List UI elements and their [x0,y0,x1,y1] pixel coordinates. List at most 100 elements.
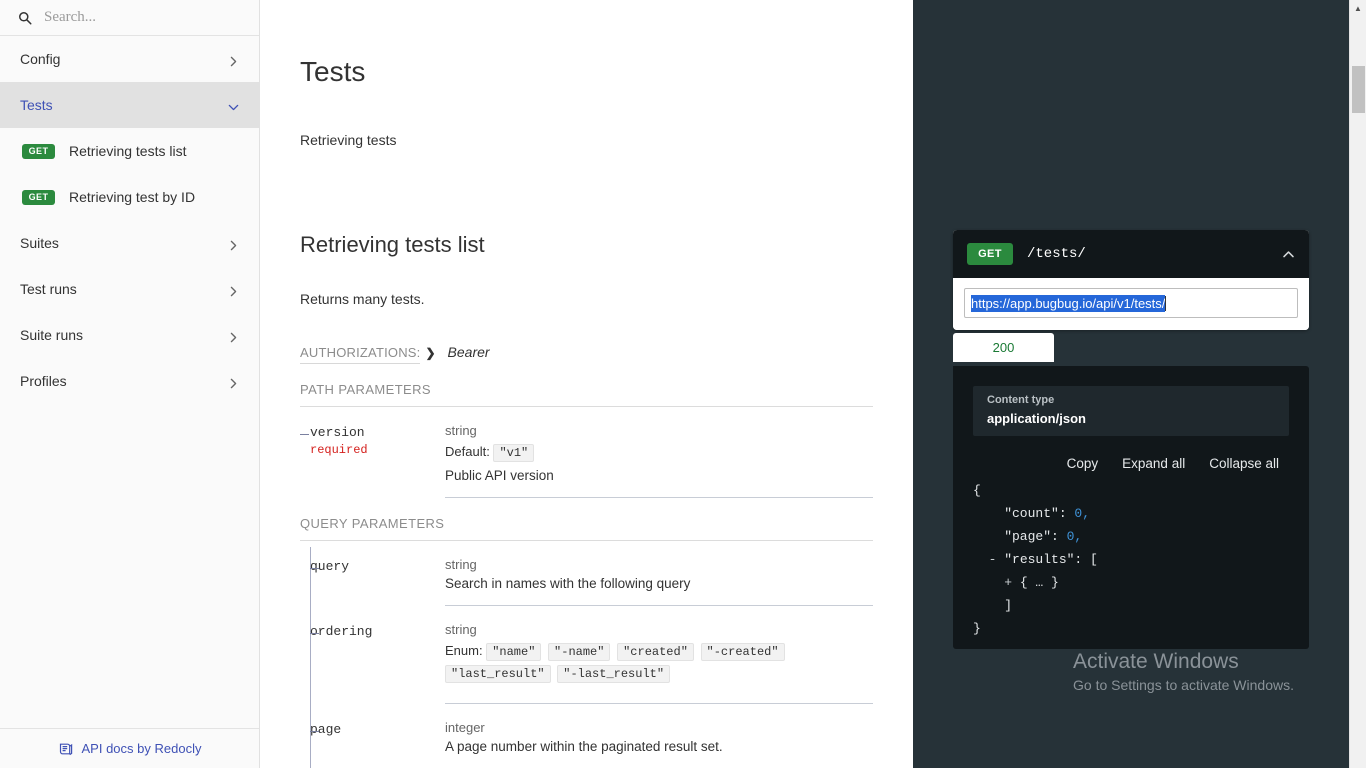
enum-value: "last_result" [445,665,551,683]
path-parameters-heading: PATH PARAMETERS [300,382,873,407]
sidebar-item-profiles[interactable]: Profiles [0,358,259,404]
request-path: /tests/ [1027,246,1086,262]
parameter-default: Default: "v1" [445,442,873,464]
scroll-up-arrow-icon[interactable]: ▲ [1350,0,1366,17]
content-type-label: Content type [987,394,1055,406]
sidebar-item-label: Tests [20,97,53,113]
method-badge-get: GET [22,189,55,205]
sidebar-item-label: Test runs [20,281,77,297]
sidebar-item-tests[interactable]: Tests [0,82,259,128]
parameter-type: integer [445,720,485,735]
tree-tick-icon [310,633,319,634]
parameter-default-value: "v1" [493,444,535,462]
authorizations-value: Bearer [447,344,490,360]
sidebar-operation-label: Retrieving tests list [69,143,187,159]
redocly-attribution-link[interactable]: API docs by Redocly [0,728,259,768]
chevron-right-icon [228,330,239,342]
enum-value: "-last_result" [557,665,671,683]
parameter-default-label: Default: [445,444,490,459]
parameter-name: page [310,722,342,737]
authorizations-label[interactable]: AUTHORIZATIONS: [300,345,421,364]
sidebar-item-suites[interactable]: Suites [0,220,259,266]
tree-tick-icon [310,568,319,569]
chevron-right-icon [228,238,239,250]
method-badge-get: GET [967,243,1013,265]
path-parameters-list: version required string Default: "v1" Pu… [300,407,873,498]
sidebar-operation-label: Retrieving test by ID [69,189,196,205]
parameter-name-cell: query [300,557,445,606]
sidebar-item-label: Suites [20,235,59,251]
parameter-description: A page number within the paginated resul… [445,739,723,754]
parameter-type: string [445,622,477,637]
parameter-required-flag: required [310,443,368,457]
scrollbar-thumb[interactable] [1352,66,1365,113]
content-type-value[interactable]: application/json [987,411,1275,426]
text-caret [1165,295,1167,311]
response-json-sample: { "count": 0, "page": 0, - "results": [ … [973,483,1098,636]
parameter-row: ordering string Enum: "name" "-name" "cr… [300,606,873,704]
query-parameters-heading: QUERY PARAMETERS [300,516,873,541]
json-value-count: 0, [1074,506,1091,521]
parameter-name: version [310,425,365,440]
chevron-right-icon [228,284,239,296]
parameter-body: string Search in names with the followin… [445,557,873,606]
method-badge-get: GET [22,143,55,159]
chevron-right-icon[interactable]: ❯ [425,346,435,360]
authorizations-row: AUTHORIZATIONS: ❯ Bearer [300,344,873,364]
request-sampler-card: GET /tests/ https://app.bugbug.io/api/v1… [953,230,1309,330]
tree-tick-icon [310,731,319,732]
copy-button[interactable]: Copy [1067,456,1099,471]
json-expand-toggle[interactable]: + [973,575,1020,590]
parameter-body: string Enum: "name" "-name" "created" "-… [445,622,873,704]
enum-value: "-created" [700,643,785,661]
search-input[interactable] [44,9,239,26]
expand-all-button[interactable]: Expand all [1122,456,1185,471]
parameter-body: integer A page number within the paginat… [445,720,873,768]
response-tab-200[interactable]: 200 [953,333,1054,362]
parameter-name: query [310,559,350,574]
request-url-value: https://app.bugbug.io/api/v1/tests/ [971,294,1166,312]
redoc-api-documentation-page: Config Tests GET Retrieving tests list G… [0,0,1366,768]
sidebar: Config Tests GET Retrieving tests list G… [0,0,260,768]
sidebar-item-label: Suite runs [20,327,84,343]
redocly-attribution-label: API docs by Redocly [81,741,202,756]
page-title: Tests [300,56,366,87]
tree-tick-icon [300,434,309,435]
sidebar-item-label: Config [20,51,61,67]
search-box[interactable] [0,0,259,36]
enum-value: "name" [486,643,542,661]
json-collapse-toggle[interactable]: - [973,552,1004,567]
windows-activation-watermark: Activate Windows Go to Settings to activ… [1073,648,1294,696]
watermark-title: Activate Windows [1073,650,1239,673]
parameter-row: page integer A page number within the pa… [300,704,873,768]
parameter-enum-label: Enum: [445,643,483,658]
sidebar-item-test-runs[interactable]: Test runs [0,266,259,312]
parameter-row: version required string Default: "v1" Pu… [300,407,873,498]
sidebar-operation-retrieving-test-by-id[interactable]: GET Retrieving test by ID [0,174,259,220]
operation-description: Returns many tests. [300,291,425,307]
request-url-field[interactable]: https://app.bugbug.io/api/v1/tests/ [964,288,1298,318]
sidebar-item-suite-runs[interactable]: Suite runs [0,312,259,358]
chevron-up-icon[interactable] [1282,248,1295,261]
page-description: Retrieving tests [300,132,397,148]
parameter-type: string [445,557,477,572]
sidebar-operation-retrieving-tests-list[interactable]: GET Retrieving tests list [0,128,259,174]
parameter-body: string Default: "v1" Public API version [445,423,873,498]
chevron-right-icon [228,376,239,388]
enum-value: "-name" [548,643,611,661]
query-parameters-list: query string Search in names with the fo… [300,541,873,768]
parameter-enum: Enum: "name" "-name" "created" "-created… [445,641,873,685]
json-value-page: 0, [1066,529,1083,544]
page-scrollbar[interactable]: ▲ [1349,0,1366,768]
parameter-name-cell: page [300,720,445,768]
parameter-name-cell: ordering [300,622,445,704]
enum-value: "created" [617,643,694,661]
response-body-panel: Content type application/json Copy Expan… [953,366,1309,649]
sidebar-item-config[interactable]: Config [0,36,259,82]
collapse-all-button[interactable]: Collapse all [1209,456,1279,471]
parameter-name-cell: version required [300,423,445,498]
code-actions: Copy Expand all Collapse all [973,456,1279,471]
request-header[interactable]: GET /tests/ [953,230,1309,278]
parameter-row: query string Search in names with the fo… [300,541,873,606]
chevron-down-icon [228,100,239,111]
